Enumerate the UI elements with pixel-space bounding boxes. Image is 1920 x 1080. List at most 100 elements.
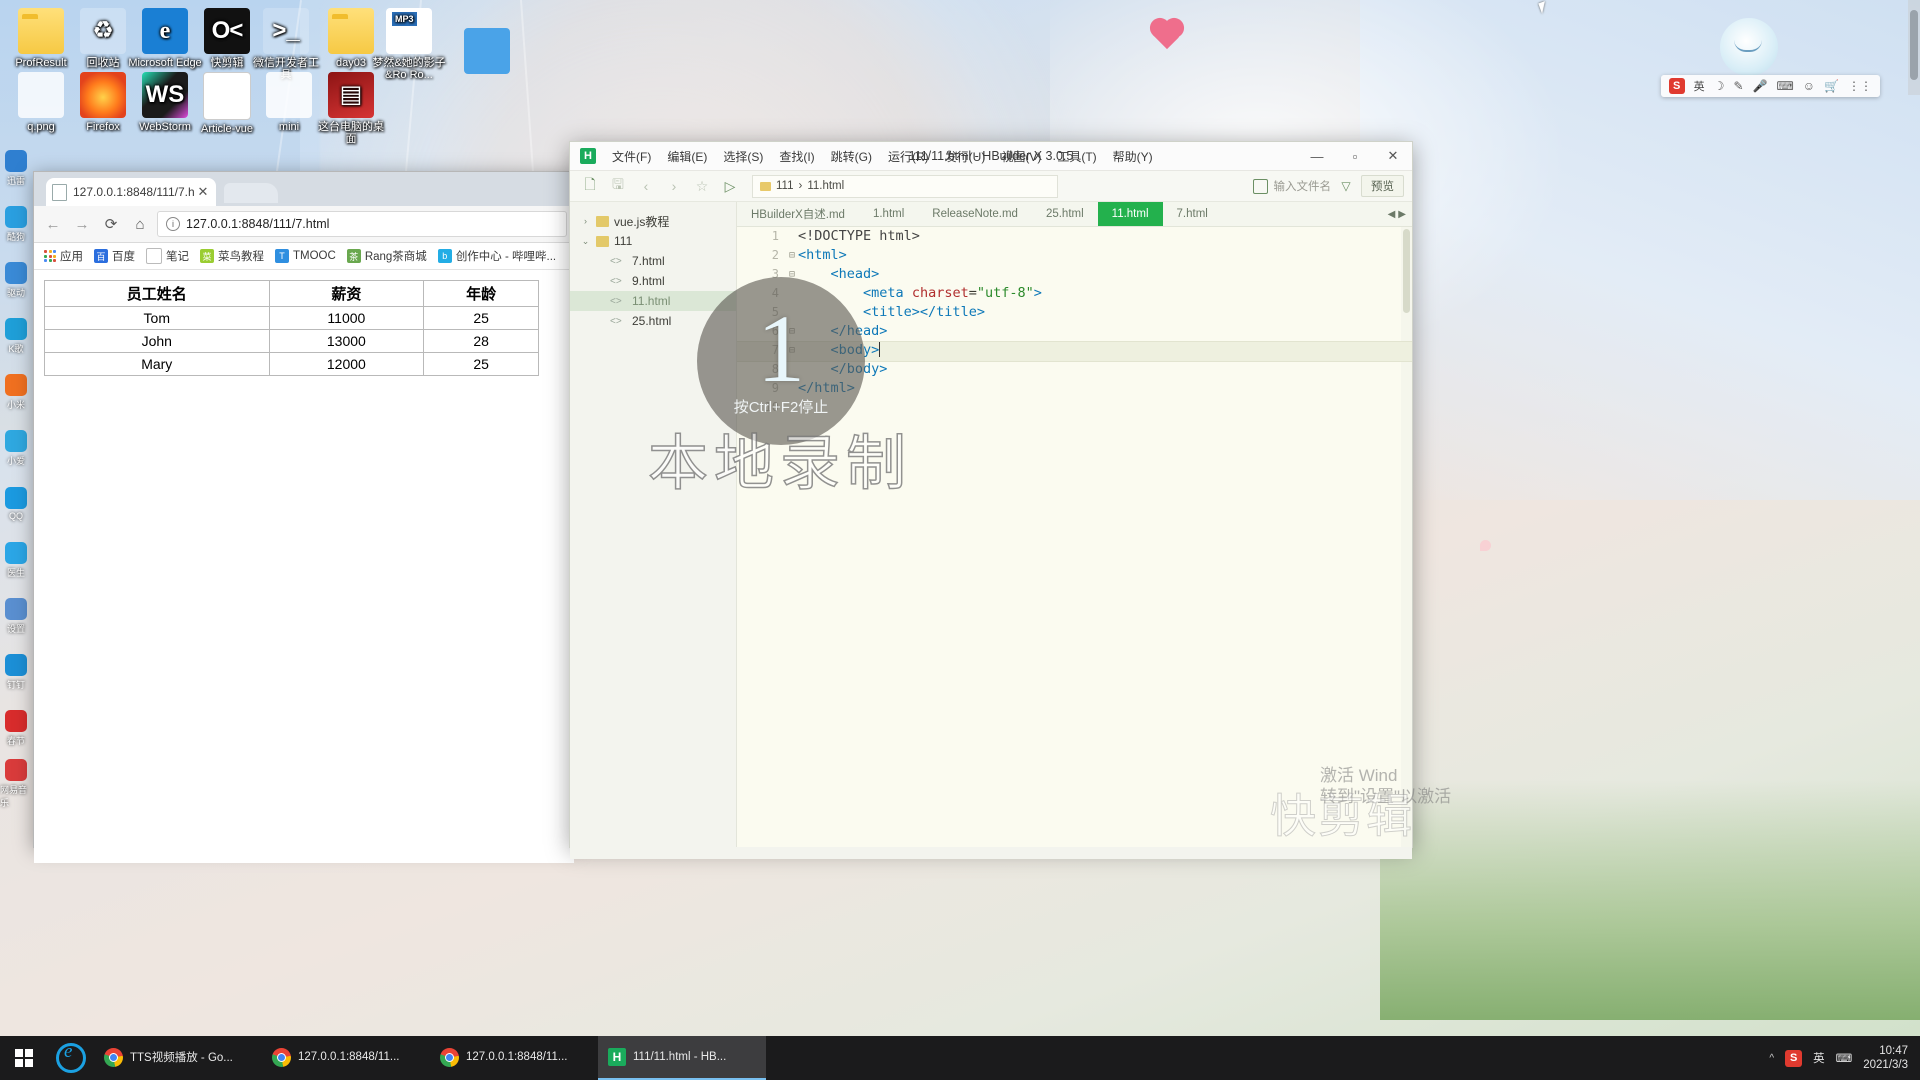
tray-expand-icon[interactable]: ^ xyxy=(1769,1053,1774,1064)
code-line[interactable]: 1 <!DOCTYPE html> xyxy=(737,227,1412,246)
reload-button[interactable]: ⟳ xyxy=(99,212,123,236)
desktop-edge-icon[interactable]: 小米 xyxy=(0,364,32,420)
breadcrumb-item-file[interactable]: 11.html xyxy=(807,180,844,192)
hbuilderx-titlebar[interactable]: H 文件(F) 编辑(E) 选择(S) 查找(I) 跳转(G) 运行(R) 发行(U) 视图(… xyxy=(570,142,1412,171)
desktop-edge-icon[interactable]: 钉钉 xyxy=(0,644,32,700)
desktop-edge-icon[interactable]: 酷狗 xyxy=(0,196,32,252)
desktop-edge-icon[interactable]: 设置 xyxy=(0,588,32,644)
ime-mode-label[interactable]: 英 xyxy=(1694,78,1705,94)
desktop-edge-iconbar[interactable]: 迅雷 酷狗 驱动 K歌 小米 小爱 QQ 医生 设置 钉钉 春节 网易音乐 xyxy=(0,140,32,812)
home-button[interactable]: ⌂ xyxy=(128,212,152,236)
tray-sogou-icon[interactable]: S xyxy=(1785,1049,1803,1067)
menu-item[interactable]: 视图(V) xyxy=(993,145,1049,168)
desktop-edge-icon[interactable]: 迅雷 xyxy=(0,140,32,196)
desktop-edge-icon[interactable]: 医生 xyxy=(0,532,32,588)
star-icon[interactable]: ☆ xyxy=(690,175,714,197)
ime-emoji-icon[interactable]: ☺ xyxy=(1803,79,1815,93)
project-tree-item[interactable]: ⌄ 111 xyxy=(570,231,736,251)
breadcrumb[interactable]: 111 › 11.html xyxy=(752,174,1058,198)
taskbar-item[interactable]: 127.0.0.1:8848/11... xyxy=(262,1036,430,1080)
menu-item[interactable]: 跳转(G) xyxy=(823,145,880,168)
desktop-icon[interactable]: >_微信开发者工具 xyxy=(249,8,323,81)
clock[interactable]: 10:47 2021/3/3 xyxy=(1863,1044,1908,1072)
taskbar-item[interactable]: H 111/11.html - HB... xyxy=(598,1036,766,1080)
ime-pen-icon[interactable]: ✎ xyxy=(1733,79,1743,93)
tab-scroll-left-icon[interactable]: ◀ xyxy=(1388,209,1396,220)
tab-scroll-right-icon[interactable]: ▶ xyxy=(1398,209,1406,220)
menu-item[interactable]: 发行(U) xyxy=(937,145,994,168)
tray-extra-icon[interactable]: ⌨ xyxy=(1836,1051,1853,1065)
new-file-icon[interactable]: 🗋 xyxy=(578,175,602,197)
close-tab-icon[interactable]: ✕ xyxy=(196,184,210,200)
desktop-scrollbar[interactable] xyxy=(1908,0,1920,95)
ime-moon-icon[interactable]: ☽ xyxy=(1714,79,1725,93)
forward-button[interactable]: → xyxy=(70,212,94,236)
start-button[interactable] xyxy=(0,1036,48,1080)
desktop-edge-icon[interactable]: K歌 xyxy=(0,308,32,364)
taskbar-item[interactable]: 127.0.0.1:8848/11... xyxy=(430,1036,598,1080)
taskbar-ie-shortcut[interactable] xyxy=(48,1036,94,1080)
close-button[interactable]: ✕ xyxy=(1374,142,1412,170)
bookmark-item[interactable]: 百百度 xyxy=(90,246,139,266)
bookmark-item[interactable]: 菜菜鸟教程 xyxy=(196,246,268,266)
editor-tabbar[interactable]: HBuilderX自述.md 1.html ReleaseNote.md 25.htm… xyxy=(737,202,1412,227)
bookmark-item[interactable]: 茶 Rang茶商城 xyxy=(343,246,431,266)
menu-item[interactable]: 编辑(E) xyxy=(659,145,715,168)
back-button[interactable]: ← xyxy=(41,212,65,236)
new-tab-button[interactable] xyxy=(224,183,278,203)
bookmark-item[interactable]: 应用 xyxy=(40,246,87,266)
save-icon[interactable]: 🖫 xyxy=(606,175,630,197)
ime-shop-icon[interactable]: 🛒 xyxy=(1824,79,1839,93)
ime-menu-icon[interactable]: ⋮⋮ xyxy=(1848,79,1872,93)
editor-tab[interactable]: 7.html xyxy=(1163,202,1222,226)
menubar[interactable]: 文件(F) 编辑(E) 选择(S) 查找(I) 跳转(G) 运行(R) 发行(U) 视图(V)… xyxy=(604,145,1161,168)
forward-icon[interactable]: › xyxy=(662,175,686,197)
menu-item[interactable]: 文件(F) xyxy=(604,145,659,168)
code-fold-icon[interactable]: ⊟ xyxy=(786,246,798,265)
editor-tab[interactable]: 25.html xyxy=(1032,202,1098,226)
project-tree-item[interactable]: › vue.js教程 xyxy=(570,211,736,231)
project-tree-item[interactable]: <> 11.html xyxy=(570,291,736,311)
project-tree-item[interactable]: <> 9.html xyxy=(570,271,736,291)
desktop-icon-bluecircle[interactable] xyxy=(450,28,524,77)
ime-keyboard-icon[interactable]: ⌨ xyxy=(1776,79,1793,93)
project-explorer[interactable]: › vue.js教程 ⌄ 111 <> 7.html <> 9.html <> 11.html <>… xyxy=(570,202,737,847)
file-search[interactable]: 输入文件名 xyxy=(1252,178,1331,194)
menu-item[interactable]: 工具(T) xyxy=(1049,145,1104,168)
run-icon[interactable]: ▷ xyxy=(718,175,742,197)
desktop-edge-icon[interactable]: 小爱 xyxy=(0,420,32,476)
breadcrumb-item-project[interactable]: 111 xyxy=(776,180,793,192)
menu-item[interactable]: 运行(R) xyxy=(880,145,937,168)
desktop-edge-icon[interactable]: 网易音乐 xyxy=(0,756,32,812)
preview-button[interactable]: 预览 xyxy=(1361,175,1404,197)
editor-tab[interactable]: 11.html xyxy=(1097,202,1163,226)
tray-ime-mode[interactable]: 英 xyxy=(1813,1050,1825,1066)
menu-item[interactable]: 选择(S) xyxy=(715,145,771,168)
editor-tab[interactable]: ReleaseNote.md xyxy=(918,202,1032,226)
maximize-button[interactable]: ▫ xyxy=(1336,142,1374,170)
address-bar[interactable]: i 127.0.0.1:8848/111/7.html xyxy=(157,211,567,237)
ime-toolbar[interactable]: S 英 ☽ ✎ 🎤 ⌨ ☺ 🛒 ⋮⋮ xyxy=(1660,75,1880,97)
desktop-edge-icon[interactable]: 驱动 xyxy=(0,252,32,308)
menu-item[interactable]: 查找(I) xyxy=(771,145,822,168)
editor-tab[interactable]: HBuilderX自述.md xyxy=(737,202,859,226)
desktop-edge-icon[interactable]: QQ xyxy=(0,476,32,532)
chrome-browser-window[interactable]: 127.0.0.1:8848/111/7.h ✕ ← → ⟳ ⌂ i 127.0… xyxy=(33,171,575,863)
tree-twisty-icon[interactable]: › xyxy=(580,216,591,226)
minimize-button[interactable]: — xyxy=(1298,142,1336,170)
browser-tab[interactable]: 127.0.0.1:8848/111/7.h ✕ xyxy=(46,178,216,206)
back-icon[interactable]: ‹ xyxy=(634,175,658,197)
desktop-icon[interactable]: ▤ 这台电脑的桌面 xyxy=(314,72,388,145)
bookmark-item[interactable]: 笔记 xyxy=(142,246,193,266)
window-controls[interactable]: — ▫ ✕ xyxy=(1298,142,1412,170)
code-line[interactable]: 3 ⊟ <head> xyxy=(737,265,1412,284)
bookmark-item[interactable]: b 创作中心 - 哔哩哔... xyxy=(434,246,560,266)
desktop-edge-icon[interactable]: 春节 xyxy=(0,700,32,756)
filter-icon[interactable]: ▽ xyxy=(1335,175,1357,197)
tab-scroll-controls[interactable]: ◀ ▶ xyxy=(1382,202,1412,226)
ime-mic-icon[interactable]: 🎤 xyxy=(1753,79,1768,93)
project-tree-item[interactable]: <> 7.html xyxy=(570,251,736,271)
code-line[interactable]: 2 ⊟ <html> xyxy=(737,246,1412,265)
desktop-icon[interactable]: 梦然&她的影子&Ro Ro... xyxy=(372,8,446,81)
tree-twisty-icon[interactable]: ⌄ xyxy=(580,236,591,247)
